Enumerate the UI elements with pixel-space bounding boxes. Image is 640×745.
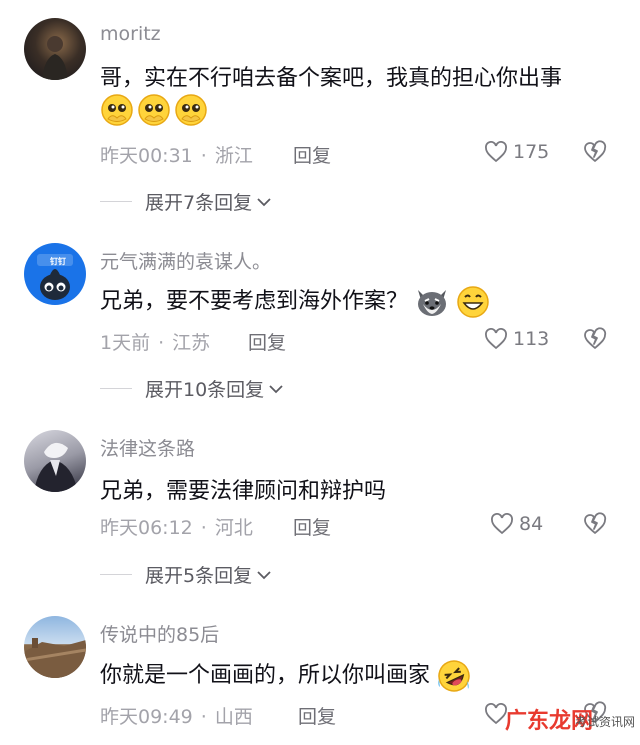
like-button[interactable]: 175: [484, 139, 549, 165]
avatar[interactable]: [24, 18, 86, 80]
chevron-down-icon: [257, 570, 271, 579]
comment-username[interactable]: 法律这条路: [100, 434, 195, 461]
meta-separator: ·: [158, 332, 165, 354]
comment-time: 昨天06:12: [100, 517, 193, 539]
comment-username[interactable]: 元气满满的袁谋人。: [100, 247, 271, 274]
avatar[interactable]: [24, 430, 86, 492]
pleading-face-icon: [101, 94, 133, 126]
expand-replies-button[interactable]: 展开5条回复: [100, 561, 273, 588]
meta-separator: ·: [200, 145, 207, 167]
rofl-face-icon: [438, 660, 470, 692]
comment-item: moritz 哥，实在不行咱去备个案吧，我真的担心你出事 昨天00:31 · 浙江 …: [0, 0, 640, 214]
comment-meta: 昨天06:12 · 河北: [100, 513, 253, 540]
comment-text-content: 兄弟，要不要考虑到海外作案？: [100, 289, 409, 314]
husky-dog-icon: [418, 290, 447, 316]
avatar[interactable]: [24, 616, 86, 678]
reply-button[interactable]: 回复: [248, 328, 286, 355]
reply-button[interactable]: 回复: [298, 702, 336, 729]
heart-icon: [485, 328, 507, 350]
broken-heart-icon[interactable]: [583, 512, 607, 536]
comment-location: 河北: [214, 517, 253, 539]
expand-replies-label: 展开7条回复: [145, 192, 253, 214]
comment-username[interactable]: moritz: [100, 23, 161, 45]
like-count: 113: [513, 328, 550, 350]
comment-time: 昨天09:49: [100, 706, 193, 728]
comment-text: 你就是一个画画的，所以你叫画家: [100, 657, 471, 693]
expand-replies-button[interactable]: 展开7条回复: [100, 188, 273, 215]
like-button[interactable]: 84: [490, 511, 543, 537]
watermark-subtitle: 考试资讯网: [575, 715, 636, 729]
broken-heart-icon[interactable]: [583, 140, 607, 164]
comment-text-content: 兄弟，需要法律顾问和辩护吗: [100, 479, 387, 504]
comment-username[interactable]: 传说中的85后: [100, 620, 219, 647]
comment-location: 江苏: [172, 332, 211, 354]
comment-text: 兄弟，需要法律顾问和辩护吗: [100, 473, 386, 505]
pleading-face-icon: [175, 94, 207, 126]
expand-replies-button[interactable]: 展开10条回复: [100, 375, 285, 402]
comment-time: 昨天00:31: [100, 145, 193, 167]
expand-replies-label: 展开10条回复: [145, 379, 265, 401]
divider: [100, 201, 132, 202]
avatar-badge: 钉钉: [50, 257, 66, 266]
comment-text: 兄弟，要不要考虑到海外作案？: [100, 283, 490, 319]
meta-separator: ·: [200, 706, 207, 728]
comment-meta: 昨天09:49 · 山西: [100, 702, 253, 729]
reply-button[interactable]: 回复: [293, 141, 331, 168]
comment-text-content: 你就是一个画画的，所以你叫画家: [100, 663, 431, 688]
reply-button[interactable]: 回复: [293, 513, 331, 540]
comment-meta: 1天前 · 江苏: [100, 328, 210, 355]
chevron-down-icon: [269, 384, 283, 393]
comment-item: 法律这条路 兄弟，需要法律顾问和辩护吗 昨天06:12 · 河北 回复 84 展开5…: [0, 428, 640, 615]
comment-text: 哥，实在不行咱去备个案吧，我真的担心你出事: [100, 60, 562, 92]
grinning-face-icon: [457, 286, 489, 318]
comment-location: 山西: [214, 706, 253, 728]
like-count: 175: [513, 141, 550, 163]
comment-meta: 昨天00:31 · 浙江: [100, 141, 253, 168]
like-count: 84: [519, 513, 544, 535]
heart-icon: [491, 513, 513, 535]
divider: [100, 388, 132, 389]
comment-location: 浙江: [214, 145, 253, 167]
broken-heart-icon[interactable]: [583, 327, 607, 351]
divider: [100, 574, 132, 575]
pleading-face-icon: [138, 94, 170, 126]
chevron-down-icon: [257, 197, 271, 206]
meta-separator: ·: [200, 517, 207, 539]
like-button[interactable]: 113: [484, 326, 549, 352]
avatar[interactable]: 钉钉: [24, 243, 86, 305]
comment-item: 钉钉 元气满满的袁谋人。 兄弟，要不要考虑到海外作案？ 1天前 · 江苏 回复 11…: [0, 240, 640, 427]
comment-text-content: 哥，实在不行咱去备个案吧，我真的担心你出事: [100, 66, 563, 91]
expand-replies-label: 展开5条回复: [145, 565, 253, 587]
comment-time: 1天前: [100, 332, 151, 354]
heart-icon: [485, 141, 507, 163]
emoji-row: [100, 93, 208, 127]
